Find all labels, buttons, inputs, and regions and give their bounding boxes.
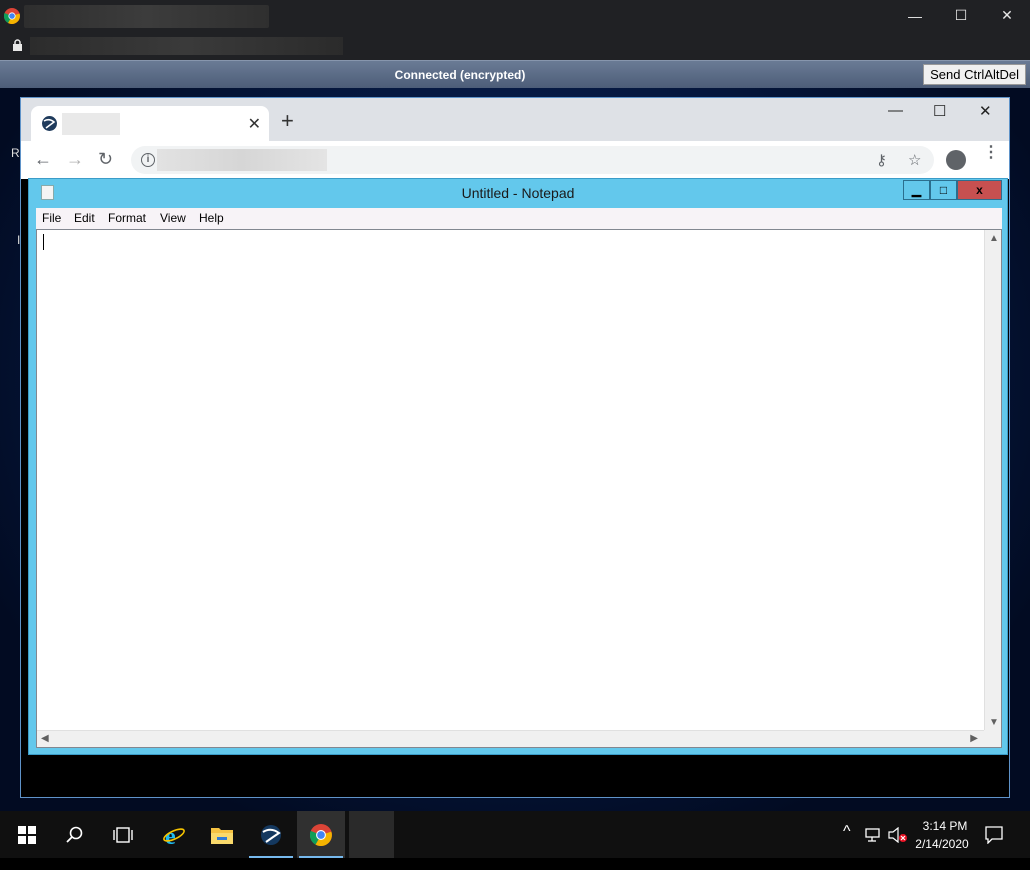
lock-icon [13, 39, 22, 51]
key-icon[interactable]: ⚷ [876, 151, 887, 169]
internet-explorer-button[interactable]: e [150, 811, 198, 858]
chrome-taskbar-button[interactable] [297, 811, 345, 858]
file-explorer-icon [211, 827, 233, 844]
minimize-icon: ▁ [911, 183, 922, 197]
outer-address-bar [0, 31, 1030, 60]
menu-file[interactable]: File [42, 211, 61, 225]
forward-button[interactable]: → [66, 149, 84, 170]
chrome-logo-icon [4, 8, 20, 24]
remote-app-button[interactable] [247, 811, 295, 858]
start-button[interactable] [3, 811, 51, 858]
back-button[interactable]: ← [34, 149, 52, 170]
blurred-tab-title[interactable] [24, 5, 269, 28]
menu-edit[interactable]: Edit [74, 211, 95, 225]
menu-format[interactable]: Format [108, 211, 146, 225]
blurred-tab-title [62, 113, 120, 135]
clock-date[interactable]: 2/14/2020 [910, 837, 974, 851]
minimize-icon: — [908, 7, 922, 24]
volume-muted-icon[interactable] [888, 827, 908, 843]
windows-logo-icon [18, 825, 36, 844]
outer-browser-titlebar: — ☐ ✕ [0, 0, 1030, 31]
scroll-up-icon[interactable]: ▲ [989, 233, 999, 244]
inner-tabstrip: ✕ + — ☐ ✕ [21, 98, 1009, 141]
profile-avatar-icon[interactable] [946, 150, 966, 170]
globe-favicon-icon [42, 116, 57, 131]
task-view-icon [113, 826, 133, 843]
blurred-url[interactable] [30, 37, 343, 55]
inner-close-button[interactable]: ✕ [979, 102, 992, 120]
inner-browser-tab[interactable]: ✕ [31, 106, 269, 141]
task-view-button[interactable] [99, 811, 147, 858]
resize-grip-icon[interactable] [984, 730, 1001, 747]
outer-maximize-button[interactable]: ☐ [938, 0, 984, 31]
globe-app-icon [261, 824, 281, 845]
file-explorer-button[interactable] [198, 811, 246, 858]
close-icon: x [976, 183, 983, 197]
notepad-minimize-button[interactable]: ▁ [903, 180, 930, 200]
inner-toolbar: ← → ↻ i ⚷ ☆ ⋮ [21, 141, 1009, 179]
menu-help[interactable]: Help [199, 211, 224, 225]
internet-explorer-icon: e [163, 824, 185, 847]
taskbar: e ^ 3:14 PM 2/14/2020 [0, 811, 1030, 858]
reload-button[interactable]: ↻ [98, 149, 113, 170]
search-icon [66, 826, 83, 843]
notepad-window: Untitled - Notepad ▁ □ x File Edit Forma… [28, 178, 1008, 755]
notepad-maximize-button[interactable]: □ [930, 180, 957, 200]
window-title: Untitled - Notepad [461, 185, 575, 201]
remote-session-bar: Connected (encrypted) Send CtrlAltDel [0, 60, 1030, 88]
action-center-icon[interactable] [985, 826, 1003, 844]
notepad-menubar: File Edit Format View Help [36, 208, 1002, 229]
blurred-taskbar-item[interactable] [349, 811, 394, 858]
maximize-icon: □ [939, 183, 948, 197]
desktop-edge-text: R [11, 146, 20, 160]
address-bar[interactable]: i ⚷ ☆ [131, 146, 934, 174]
network-icon[interactable] [865, 828, 883, 842]
tray-chevron-icon[interactable]: ^ [843, 823, 851, 870]
send-ctrl-alt-del-button[interactable]: Send CtrlAltDel [923, 64, 1026, 85]
notepad-close-button[interactable]: x [957, 180, 1002, 200]
menu-view[interactable]: View [160, 211, 186, 225]
clock-time[interactable]: 3:14 PM [915, 819, 975, 833]
chrome-icon [310, 823, 332, 846]
text-caret [43, 234, 44, 250]
inner-minimize-button[interactable]: — [888, 102, 903, 119]
maximize-icon: ☐ [954, 7, 968, 23]
new-tab-button[interactable]: + [281, 110, 294, 132]
vertical-scrollbar[interactable]: ▲ ▼ [984, 230, 1001, 731]
text-editor-area[interactable]: ▲ ▼ ◀ ▶ [36, 229, 1002, 748]
info-icon[interactable]: i [141, 153, 155, 167]
horizontal-scrollbar[interactable]: ◀ ▶ [37, 730, 984, 747]
blurred-url [157, 149, 327, 171]
scroll-down-icon[interactable]: ▼ [989, 717, 999, 728]
search-button[interactable] [51, 811, 99, 858]
star-icon[interactable]: ☆ [908, 151, 921, 169]
outer-minimize-button[interactable]: — [892, 0, 938, 31]
outer-close-button[interactable]: ✕ [984, 0, 1030, 31]
connection-status: Connected (encrypted) [394, 68, 526, 82]
inner-maximize-button[interactable]: ☐ [933, 102, 946, 120]
tab-close-icon[interactable]: ✕ [248, 114, 261, 134]
menu-icon[interactable]: ⋮ [983, 145, 999, 161]
close-icon: ✕ [1001, 7, 1013, 23]
scroll-right-icon[interactable]: ▶ [970, 733, 978, 744]
notepad-titlebar[interactable]: Untitled - Notepad ▁ □ x [29, 179, 1007, 208]
scroll-left-icon[interactable]: ◀ [41, 733, 49, 744]
